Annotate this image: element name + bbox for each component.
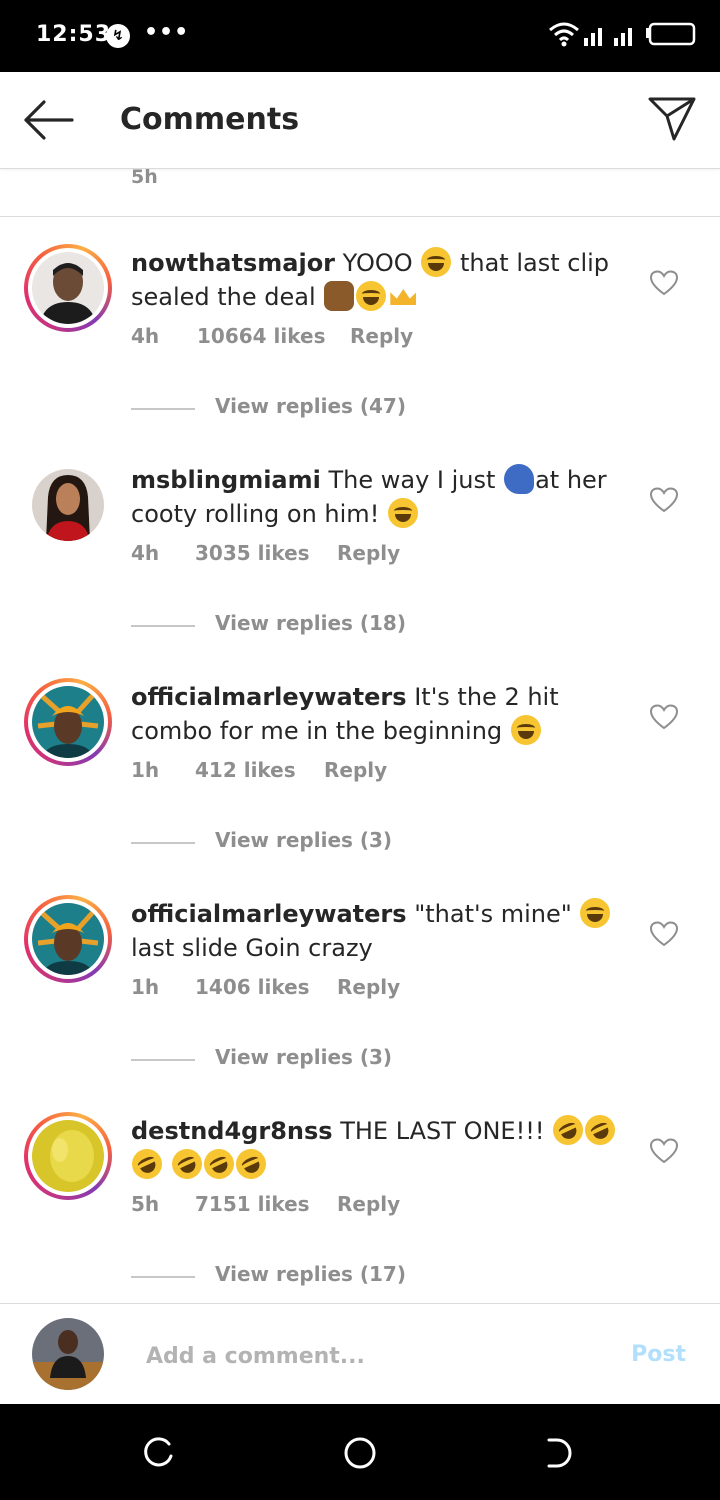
- reply-button[interactable]: Reply: [324, 758, 387, 782]
- comment-username[interactable]: officialmarleywaters: [131, 683, 407, 711]
- comment-username[interactable]: msblingmiami: [131, 466, 321, 494]
- view-replies-label: View replies (3): [215, 1045, 393, 1069]
- comment-body: YOOO: [342, 249, 413, 277]
- avatar[interactable]: [24, 244, 112, 332]
- rofl-emoji-icon: [548, 1110, 589, 1150]
- rofl-emoji-icon: [166, 1144, 207, 1184]
- comment-input[interactable]: [144, 1338, 608, 1374]
- reply-button[interactable]: Reply: [337, 541, 400, 565]
- comment-likes[interactable]: 10664 likes: [197, 324, 326, 348]
- heart-icon[interactable]: [649, 270, 679, 296]
- comment-likes[interactable]: 1406 likes: [195, 975, 310, 999]
- comment-item: msblingmiami The way I just at her cooty…: [0, 461, 720, 661]
- comment-body: THE LAST ONE!!!: [340, 1117, 545, 1145]
- rofl-emoji-icon: [198, 1144, 239, 1184]
- laughing-emoji-icon: [387, 498, 418, 528]
- comment-item: destnd4gr8nss THE LAST ONE!!! 5h 7151 li…: [0, 1110, 720, 1312]
- comment-username[interactable]: officialmarleywaters: [131, 900, 407, 928]
- nav-back-icon[interactable]: [543, 1436, 577, 1470]
- avatar[interactable]: [24, 1112, 112, 1200]
- system-status-icons: [548, 20, 698, 52]
- comment-text: officialmarleywaters It's the 2 hit comb…: [131, 680, 621, 748]
- speaking-head-emoji-icon: [504, 464, 535, 494]
- system-nav-bar: [0, 1404, 720, 1500]
- comment-item: officialmarleywaters "that's mine" last …: [0, 895, 720, 1095]
- more-notifications-icon: •••: [144, 20, 190, 45]
- heart-icon[interactable]: [649, 921, 679, 947]
- heart-icon[interactable]: [649, 704, 679, 730]
- comment-username[interactable]: destnd4gr8nss: [131, 1117, 333, 1145]
- laughing-emoji-icon: [510, 715, 541, 745]
- comment-text: officialmarleywaters "that's mine" last …: [131, 897, 621, 965]
- comment-username[interactable]: nowthatsmajor: [131, 249, 335, 277]
- comment-time: 4h: [131, 541, 160, 565]
- comments-header: Comments: [0, 72, 720, 169]
- back-arrow-icon[interactable]: [22, 98, 74, 142]
- rofl-emoji-icon: [127, 1144, 167, 1184]
- signal-icon: [584, 28, 632, 46]
- comment-text: msblingmiami The way I just at her cooty…: [131, 463, 621, 531]
- laughing-emoji-icon: [356, 281, 387, 311]
- comment-likes[interactable]: 412 likes: [195, 758, 296, 782]
- post-button[interactable]: Post: [631, 1342, 686, 1367]
- comment-body: "that's mine": [414, 900, 572, 928]
- heart-icon[interactable]: [649, 1138, 679, 1164]
- page-title: Comments: [120, 102, 300, 137]
- comment-item: nowthatsmajor YOOO that last clip sealed…: [0, 244, 720, 444]
- avatar: [32, 1318, 104, 1390]
- reply-button[interactable]: Reply: [337, 1192, 400, 1216]
- comment-time: 4h: [131, 324, 160, 348]
- comment-time: 1h: [131, 758, 160, 782]
- reply-button[interactable]: Reply: [337, 975, 400, 999]
- previous-comment-time: 5h: [131, 166, 158, 188]
- fist-emoji-icon: [324, 281, 355, 311]
- comment-text: destnd4gr8nss THE LAST ONE!!!: [127, 1110, 621, 1184]
- comment-body: last slide Goin crazy: [131, 934, 373, 962]
- comment-likes[interactable]: 3035 likes: [195, 541, 310, 565]
- avatar[interactable]: [24, 678, 112, 766]
- rofl-emoji-icon: [580, 1110, 621, 1150]
- messenger-notification-icon: ↯: [106, 24, 130, 48]
- comment-body: The way I just: [328, 466, 496, 494]
- view-replies-label: View replies (17): [215, 1262, 406, 1286]
- crown-emoji-icon: [388, 281, 418, 311]
- battery-icon: [646, 22, 696, 46]
- nav-recents-icon[interactable]: [143, 1436, 177, 1470]
- reply-button[interactable]: Reply: [350, 324, 413, 348]
- view-replies-label: View replies (18): [215, 611, 406, 635]
- status-time: 12:53: [36, 22, 112, 47]
- heart-icon[interactable]: [649, 487, 679, 513]
- view-replies-label: View replies (3): [215, 828, 393, 852]
- avatar[interactable]: [24, 895, 112, 983]
- status-bar: 12:53 ↯ •••: [0, 0, 720, 72]
- nav-home-icon[interactable]: [343, 1436, 377, 1470]
- comment-time: 5h: [131, 1192, 160, 1216]
- caption-divider: [0, 216, 720, 217]
- laughing-emoji-icon: [580, 898, 611, 928]
- view-replies-label: View replies (47): [215, 394, 406, 418]
- comment-text: nowthatsmajor YOOO that last clip sealed…: [131, 246, 621, 314]
- comment-likes[interactable]: 7151 likes: [195, 1192, 310, 1216]
- wifi-icon: [549, 22, 579, 42]
- comment-item: officialmarleywaters It's the 2 hit comb…: [0, 678, 720, 878]
- comment-time: 1h: [131, 975, 160, 999]
- avatar[interactable]: [32, 469, 104, 541]
- comment-composer: Post: [0, 1304, 720, 1404]
- rofl-emoji-icon: [230, 1144, 271, 1184]
- send-icon[interactable]: [648, 96, 696, 142]
- laughing-emoji-icon: [421, 247, 452, 277]
